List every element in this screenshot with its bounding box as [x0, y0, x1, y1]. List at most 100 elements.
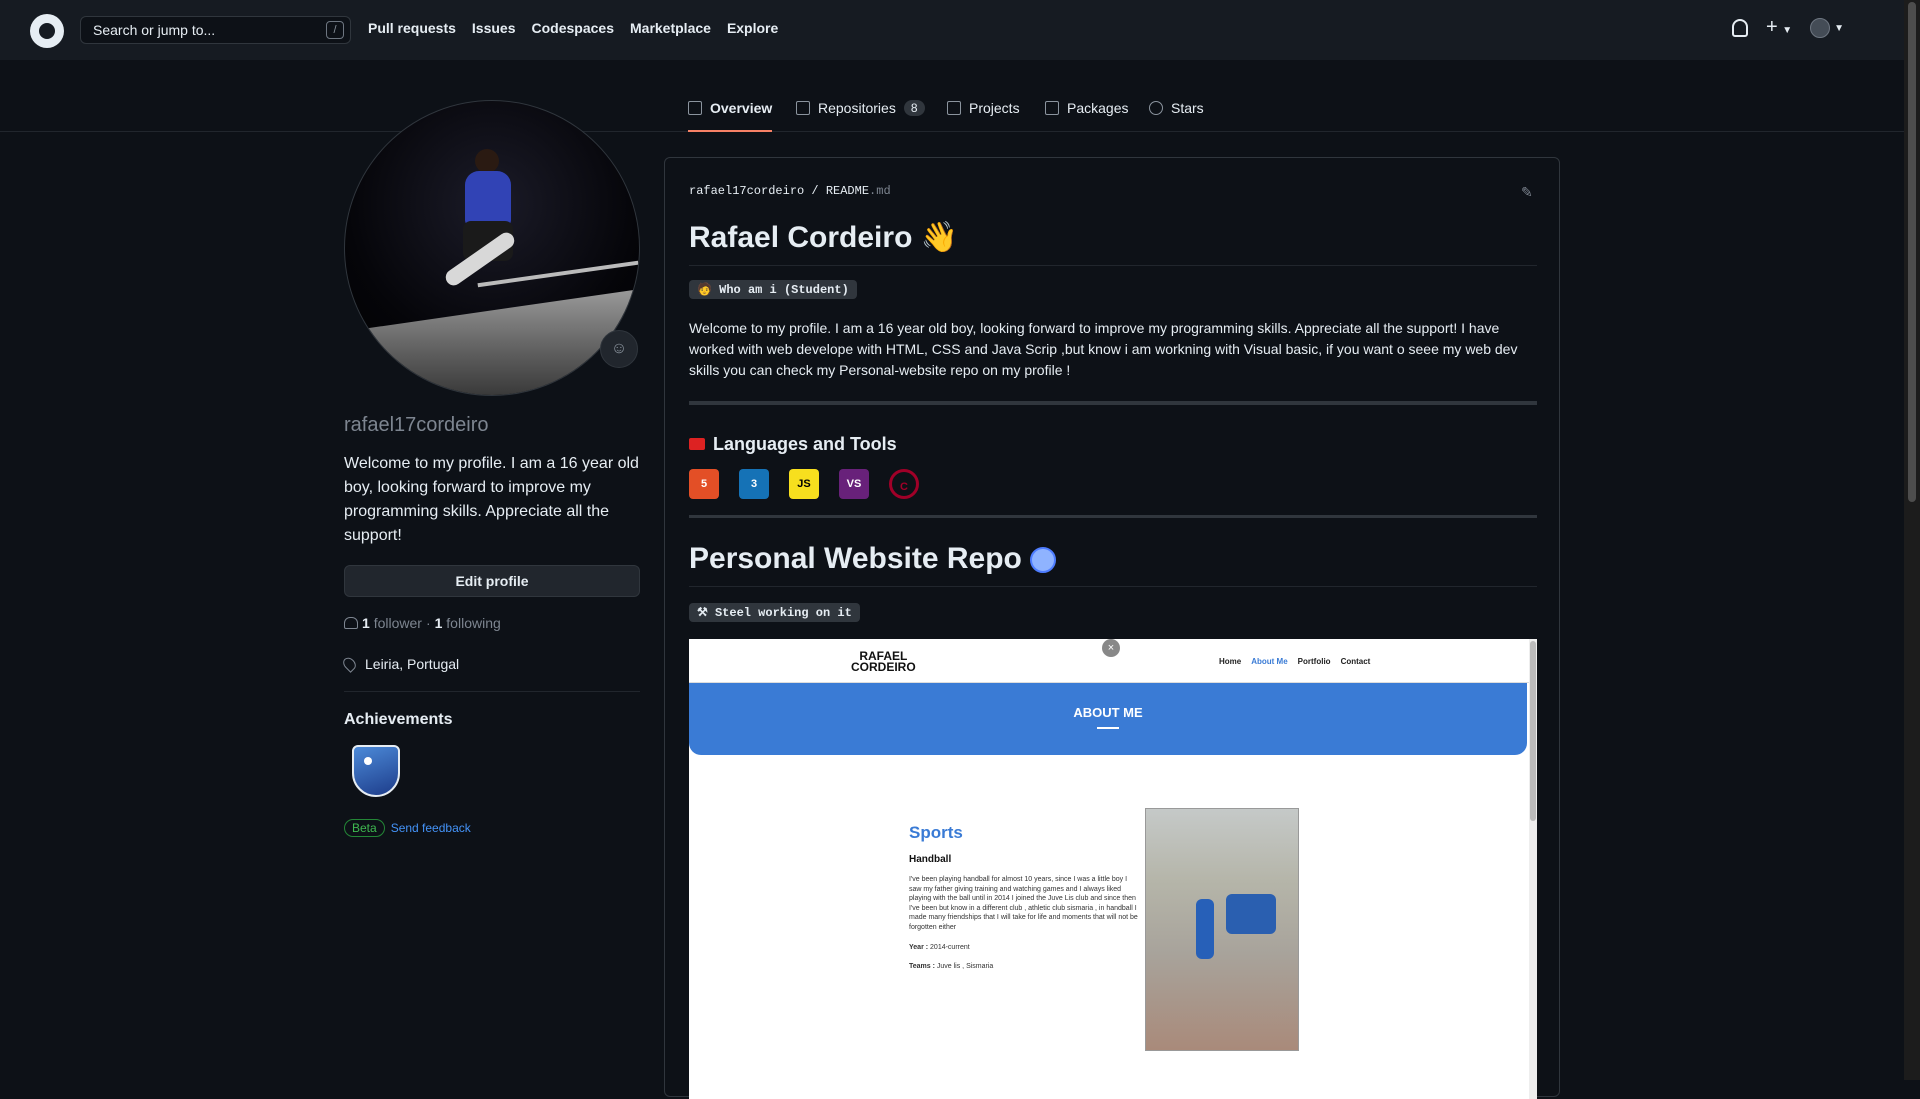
tab-label: Projects	[969, 100, 1020, 116]
readme-breadcrumb: rafael17cordeiro / README.md	[689, 184, 891, 198]
waving-hand-icon: 👋	[920, 221, 959, 254]
avatar	[1810, 18, 1831, 38]
people-icon	[344, 617, 358, 629]
search-placeholder: Search or jump to...	[93, 22, 216, 38]
preview-handball-text: I've been playing handball for almost 10…	[909, 876, 1138, 931]
preview-nav-portfolio: Portfolio	[1297, 657, 1331, 666]
nav-explore[interactable]: Explore	[727, 20, 778, 36]
readme-title-text: Rafael Cordeiro	[689, 221, 913, 254]
preview-nav-contact: Contact	[1340, 657, 1371, 666]
tab-packages[interactable]: Packages	[1045, 100, 1128, 132]
preview-scrollbar-thumb	[1530, 641, 1536, 821]
repo-icon	[796, 101, 810, 115]
html5-icon[interactable]: 5	[689, 469, 719, 499]
edit-pencil-icon[interactable]: ✎	[1521, 184, 1535, 200]
tab-label: Repositories	[818, 100, 896, 116]
toolbox-icon	[689, 438, 705, 450]
plus-icon: +	[1766, 16, 1778, 38]
set-status-smiley-icon[interactable]: ☺	[600, 330, 638, 368]
following-label: following	[446, 615, 501, 631]
chevron-down-icon: ▼	[1834, 22, 1844, 34]
visual-studio-icon[interactable]: VS	[839, 469, 869, 499]
nav-issues[interactable]: Issues	[472, 20, 516, 36]
readme-card: rafael17cordeiro / README.md ✎ Rafael Co…	[664, 157, 1560, 1099]
readme-intro: Welcome to my profile. I am a 16 year ol…	[689, 320, 1518, 378]
create-new-button[interactable]: + ▼	[1766, 16, 1793, 38]
tab-label: Packages	[1067, 100, 1129, 116]
readme-file-link[interactable]: README.md	[826, 184, 891, 198]
location-pin-icon	[340, 655, 359, 673]
book-icon	[688, 101, 702, 115]
skater-head	[475, 149, 499, 173]
page-scrollbar[interactable]	[1904, 0, 1920, 1080]
css3-icon[interactable]: 3	[739, 469, 769, 499]
preview-logo-line2: CORDEIRO	[851, 660, 916, 674]
preview-sports-heading: Sports	[909, 823, 963, 842]
languages-tools-text: Languages and Tools	[713, 434, 897, 454]
profile-avatar[interactable]	[344, 100, 640, 396]
global-nav: Pull requests Issues Codespaces Marketpl…	[368, 20, 778, 36]
bell-icon[interactable]	[1732, 19, 1749, 37]
package-icon	[1045, 101, 1059, 115]
javascript-icon[interactable]: JS	[789, 469, 819, 499]
profile-location: Leiria, Portugal	[340, 655, 460, 673]
achievements-feedback: Beta Send feedback	[344, 819, 471, 837]
send-feedback-link[interactable]: Send feedback	[391, 821, 471, 835]
readme-file-ext: .md	[869, 184, 891, 198]
preview-banner: ABOUT ME	[689, 683, 1527, 755]
scrollbar-thumb[interactable]	[1908, 2, 1916, 502]
followers-link[interactable]: 1 follower	[362, 615, 422, 631]
readme-hr	[689, 515, 1537, 518]
globe-icon	[1029, 547, 1056, 574]
sidebar-divider	[344, 691, 640, 692]
working-badge: ⚒ Steel working on it	[689, 603, 860, 622]
header-actions: + ▼ ▼	[1732, 16, 1844, 38]
followers-label: follower	[373, 615, 422, 631]
skater-body	[465, 171, 511, 226]
search-shortcut-key: /	[326, 21, 344, 39]
tab-stars[interactable]: Stars	[1149, 100, 1204, 132]
preview-handball-photo	[1145, 808, 1299, 1051]
tab-repositories[interactable]: Repositories 8	[796, 100, 925, 132]
photo-player	[1196, 899, 1214, 959]
readme-owner-link[interactable]: rafael17cordeiro	[689, 184, 804, 198]
preview-logo: RAFAEL CORDEIRO	[851, 650, 916, 674]
following-link[interactable]: 1 following	[435, 615, 501, 631]
follow-stats: 1 follower · 1 following	[344, 615, 501, 631]
preview-handball-heading: Handball	[909, 854, 952, 865]
preview-teams-value: Juve lis , Sismaria	[936, 963, 994, 970]
readme-hr	[689, 401, 1537, 405]
tools-icon-row: 5 3 JS VS C	[689, 469, 919, 499]
nav-codespaces[interactable]: Codespaces	[532, 20, 614, 36]
preview-teams: Teams : Juve lis , Sismaria	[909, 963, 993, 970]
achievement-badge-icon[interactable]	[352, 745, 400, 797]
edit-profile-button[interactable]: Edit profile	[344, 565, 640, 597]
tab-label: Overview	[710, 100, 773, 116]
nav-pull-requests[interactable]: Pull requests	[368, 20, 456, 36]
github-logo-icon[interactable]	[30, 14, 64, 48]
chevron-down-icon: ▼	[1782, 25, 1793, 36]
table-icon	[947, 101, 961, 115]
preview-close-icon: ×	[1102, 639, 1120, 657]
followers-count: 1	[362, 615, 370, 631]
tab-projects[interactable]: Projects	[947, 100, 1020, 132]
preview-nav: Home About Me Portfolio Contact	[1219, 657, 1370, 666]
c-icon[interactable]: C	[889, 469, 919, 499]
skatepark-ramp	[345, 289, 639, 395]
languages-tools-heading: Languages and Tools	[689, 434, 897, 455]
who-am-i-badge: 🧑 Who am i (Student)	[689, 280, 857, 299]
beta-label: Beta	[344, 819, 385, 837]
preview-banner-title: ABOUT ME	[1073, 705, 1143, 720]
preview-nav-about: About Me	[1251, 657, 1288, 666]
website-preview-image[interactable]: RAFAEL CORDEIRO Home About Me Portfolio C…	[689, 639, 1537, 1099]
preview-year-value: 2014-current	[930, 944, 970, 951]
readme-file-name: README	[825, 184, 870, 198]
search-input[interactable]: Search or jump to... /	[80, 16, 351, 44]
tab-overview[interactable]: Overview	[688, 100, 773, 132]
nav-marketplace[interactable]: Marketplace	[630, 20, 711, 36]
profile-bio: Welcome to my profile. I am a 16 year ol…	[344, 455, 639, 544]
repositories-count-badge: 8	[903, 100, 925, 116]
following-count: 1	[434, 615, 443, 631]
user-menu-button[interactable]: ▼	[1810, 18, 1844, 38]
location-text: Leiria, Portugal	[365, 656, 460, 672]
